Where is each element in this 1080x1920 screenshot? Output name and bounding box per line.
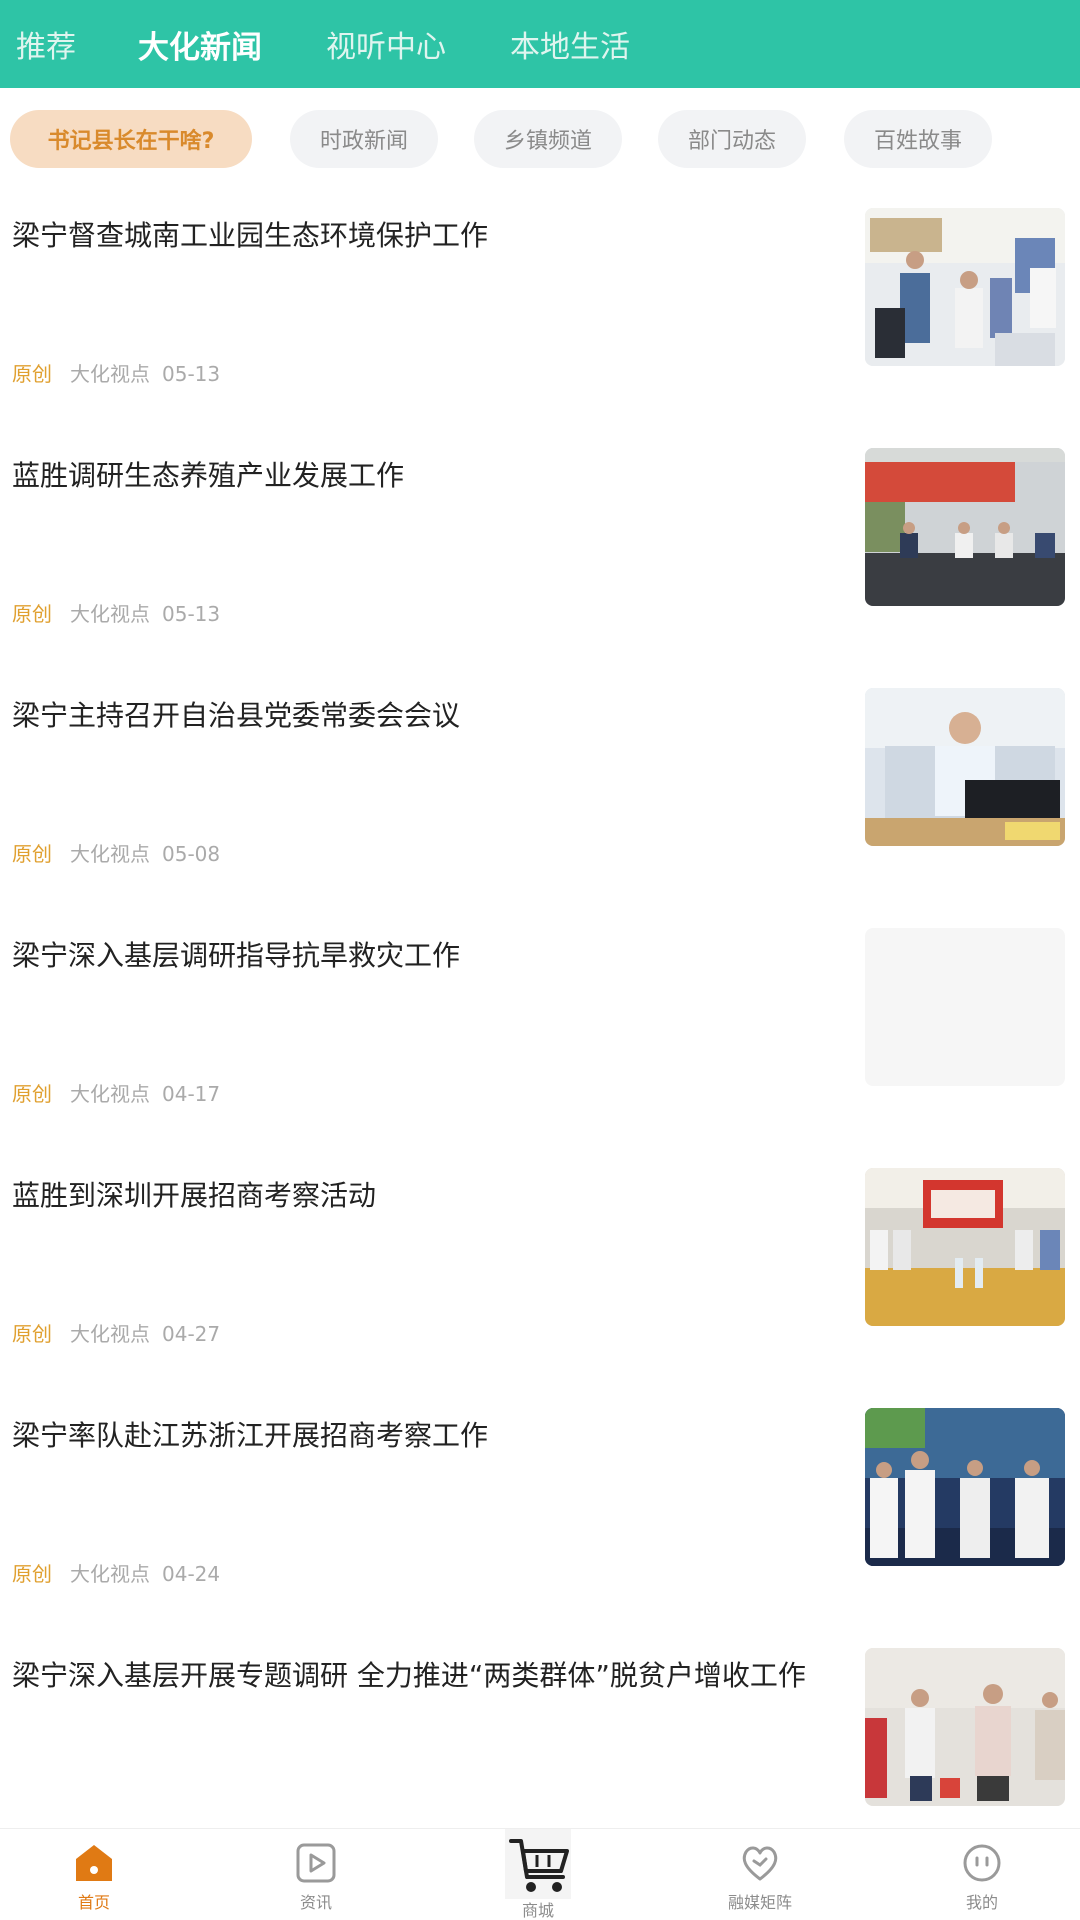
news-meta: 原创 大化视点 05-08 — [12, 838, 220, 867]
original-tag: 原创 — [12, 602, 52, 626]
news-item[interactable]: 梁宁深入基层开展专题调研 全力推进“两类群体”脱贫户增收工作 — [0, 1620, 1080, 1860]
news-thumbnail — [865, 1648, 1065, 1806]
news-thumbnail — [865, 1168, 1065, 1326]
tab-audio-video-center[interactable]: 视听中心 — [326, 0, 446, 88]
news-item[interactable]: 梁宁率队赴江苏浙江开展招商考察工作 原创 大化视点 04-24 — [0, 1380, 1080, 1620]
news-title: 蓝胜调研生态养殖产业发展工作 — [12, 459, 405, 492]
news-date: 05-13 — [162, 602, 221, 626]
chip-township-channel[interactable]: 乡镇频道 — [474, 110, 622, 168]
news-meta: 原创 大化视点 04-24 — [12, 1558, 220, 1587]
news-date: 05-08 — [162, 842, 221, 866]
news-meta: 原创 大化视点 04-27 — [12, 1318, 220, 1347]
news-source: 大化视点 — [70, 1322, 150, 1346]
news-date: 05-13 — [162, 362, 221, 386]
chip-people-stories[interactable]: 百姓故事 — [844, 110, 992, 168]
news-date: 04-27 — [162, 1322, 221, 1346]
tab-local-life[interactable]: 本地生活 — [510, 0, 630, 88]
news-title: 梁宁深入基层开展专题调研 全力推进“两类群体”脱贫户增收工作 — [12, 1659, 806, 1692]
app-root: 推荐 大化新闻 视听中心 本地生活 书记县长在干啥? 时政新闻 乡镇频道 部门动… — [0, 0, 1080, 1920]
original-tag: 原创 — [12, 1082, 52, 1106]
nav-mall-label: 商城 — [521, 1901, 554, 1920]
cart-icon — [505, 1829, 571, 1899]
news-meta: 原创 大化视点 05-13 — [12, 358, 220, 387]
news-thumbnail — [865, 208, 1065, 366]
tab-recommend[interactable]: 推荐 — [16, 0, 76, 88]
news-thumbnail — [865, 688, 1065, 846]
original-tag: 原创 — [12, 1322, 52, 1346]
news-item[interactable]: 蓝胜调研生态养殖产业发展工作 原创 大化视点 05-13 — [0, 420, 1080, 660]
nav-media-matrix[interactable]: 融媒矩阵 — [670, 1829, 850, 1920]
nav-news[interactable]: 资讯 — [226, 1829, 406, 1920]
news-item[interactable]: 蓝胜到深圳开展招商考察活动 原创 大化视点 04-27 — [0, 1140, 1080, 1380]
news-meta — [12, 1798, 42, 1822]
tab-dahua-news[interactable]: 大化新闻 — [138, 0, 262, 88]
news-thumbnail-placeholder — [865, 928, 1065, 1086]
original-tag: 原创 — [12, 362, 52, 386]
nav-home[interactable]: 首页 — [4, 1829, 184, 1920]
news-item[interactable]: 梁宁督查城南工业园生态环境保护工作 原创 大化视点 05-13 — [0, 180, 1080, 420]
home-icon — [76, 1845, 112, 1881]
news-item[interactable]: 梁宁主持召开自治县党委常委会会议 原创 大化视点 05-08 — [0, 660, 1080, 900]
original-tag: 原创 — [12, 1562, 52, 1586]
news-thumbnail — [865, 448, 1065, 606]
news-title: 梁宁率队赴江苏浙江开展招商考察工作 — [12, 1419, 489, 1452]
face-icon — [963, 1844, 1001, 1882]
original-tag: 原创 — [12, 842, 52, 866]
play-icon — [296, 1843, 336, 1883]
news-meta: 原创 大化视点 05-13 — [12, 598, 220, 627]
nav-news-label: 资讯 — [299, 1893, 332, 1912]
news-title: 梁宁深入基层调研指导抗旱救灾工作 — [12, 939, 461, 972]
news-source: 大化视点 — [70, 362, 150, 386]
bottom-nav-bar: 首页 资讯 商城 融媒矩阵 我的 — [0, 1828, 1080, 1920]
news-date: 04-17 — [162, 1082, 221, 1106]
nav-profile-label: 我的 — [965, 1893, 998, 1912]
nav-mall[interactable]: 商城 — [448, 1829, 628, 1920]
news-thumbnail — [865, 1408, 1065, 1566]
chip-politics-news[interactable]: 时政新闻 — [290, 110, 438, 168]
nav-profile[interactable]: 我的 — [892, 1829, 1072, 1920]
news-title: 梁宁督查城南工业园生态环境保护工作 — [12, 219, 489, 252]
news-meta: 原创 大化视点 04-17 — [12, 1078, 220, 1107]
news-date: 04-24 — [162, 1562, 221, 1586]
news-source: 大化视点 — [70, 602, 150, 626]
news-title: 蓝胜到深圳开展招商考察活动 — [12, 1179, 377, 1212]
news-source: 大化视点 — [70, 1562, 150, 1586]
heart-icon — [742, 1846, 778, 1881]
chip-secretary-county-head[interactable]: 书记县长在干啥? — [10, 110, 252, 168]
news-source: 大化视点 — [70, 1082, 150, 1106]
news-source: 大化视点 — [70, 842, 150, 866]
nav-home-label: 首页 — [77, 1893, 110, 1912]
chip-department-news[interactable]: 部门动态 — [658, 110, 806, 168]
top-tab-bar: 推荐 大化新闻 视听中心 本地生活 — [0, 0, 1080, 88]
news-title: 梁宁主持召开自治县党委常委会会议 — [12, 699, 461, 732]
news-item[interactable]: 梁宁深入基层调研指导抗旱救灾工作 原创 大化视点 04-17 — [0, 900, 1080, 1140]
nav-media-matrix-label: 融媒矩阵 — [727, 1893, 792, 1912]
